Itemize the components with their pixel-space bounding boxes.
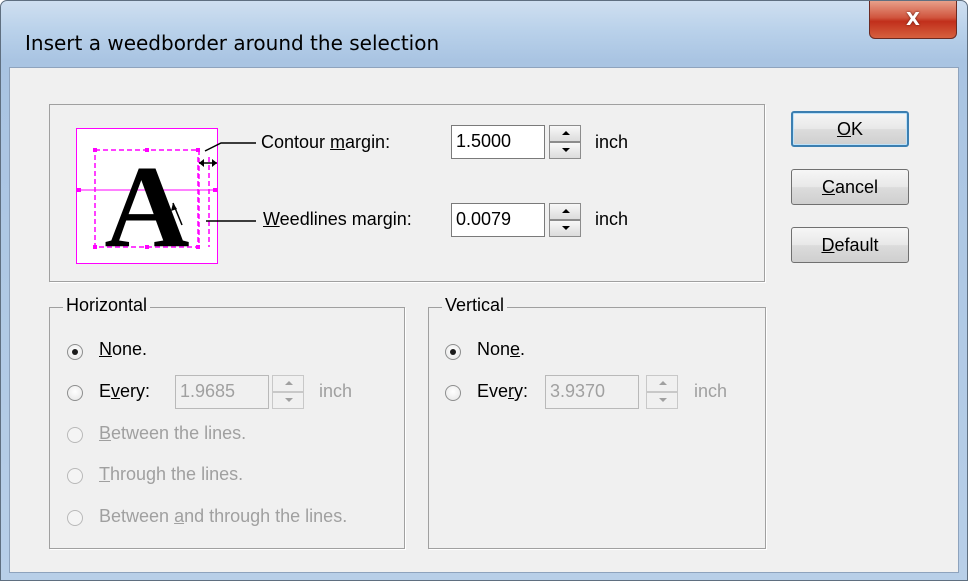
weedlines-margin-input[interactable]: 0.0079 xyxy=(451,203,545,237)
spin-down-icon xyxy=(646,392,678,409)
contour-margin-label: Contour margin: xyxy=(261,132,391,152)
vertical-every-label[interactable]: Every: xyxy=(477,381,528,402)
horizontal-through-radio xyxy=(67,468,83,484)
weedborder-preview: A xyxy=(76,128,218,264)
vertical-legend: Vertical xyxy=(442,295,508,316)
horizontal-none-label[interactable]: None. xyxy=(99,339,147,360)
horizontal-both-label: Between and through the lines. xyxy=(99,506,348,526)
close-button[interactable]: X xyxy=(869,1,957,39)
spin-up-icon[interactable] xyxy=(549,125,581,142)
preview-diagram-icon: A xyxy=(77,141,217,263)
default-button[interactable]: Default xyxy=(791,227,909,263)
horizontal-through-label: Through the lines. xyxy=(99,464,244,484)
horizontal-every-radio[interactable] xyxy=(67,385,83,401)
horizontal-every-input: 1.9685 xyxy=(175,375,269,409)
dialog-title: Insert a weedborder around the selection xyxy=(25,31,440,55)
vertical-none-radio[interactable] xyxy=(445,344,461,360)
spin-up-icon xyxy=(272,375,304,392)
contour-margin-spinner[interactable] xyxy=(549,125,581,159)
spin-down-icon[interactable] xyxy=(549,142,581,159)
leader-lines xyxy=(204,142,256,222)
ok-button[interactable]: OK xyxy=(791,111,909,147)
horizontal-between-label: Between the lines. xyxy=(99,423,247,443)
vertical-every-unit: inch xyxy=(694,381,728,401)
horizontal-none-radio[interactable] xyxy=(67,344,83,360)
vertical-every-input: 3.9370 xyxy=(545,375,639,409)
weedlines-margin-spinner[interactable] xyxy=(549,203,581,237)
svg-text:A: A xyxy=(104,141,189,263)
horizontal-both-radio xyxy=(67,510,83,526)
horizontal-every-spinner xyxy=(272,375,304,409)
vertical-none-label[interactable]: None. xyxy=(477,339,525,360)
weedlines-unit-label: inch xyxy=(595,209,629,229)
horizontal-every-label[interactable]: Every: xyxy=(99,381,150,402)
weedlines-margin-label: Weedlines margin: xyxy=(263,209,412,229)
spin-down-icon xyxy=(272,392,304,409)
spin-down-icon[interactable] xyxy=(549,220,581,237)
spin-up-icon xyxy=(646,375,678,392)
horizontal-every-unit: inch xyxy=(319,381,353,401)
horizontal-between-radio xyxy=(67,427,83,443)
contour-unit-label: inch xyxy=(595,132,629,152)
spin-up-icon[interactable] xyxy=(549,203,581,220)
contour-margin-input[interactable]: 1.5000 xyxy=(451,125,545,159)
cancel-button[interactable]: Cancel xyxy=(791,169,909,205)
radio-selected-icon xyxy=(72,349,78,355)
dialog-window: Insert a weedborder around the selection… xyxy=(0,0,968,581)
close-icon: X xyxy=(906,9,920,30)
radio-selected-icon xyxy=(450,349,456,355)
horizontal-legend: Horizontal xyxy=(63,295,151,316)
vertical-every-spinner xyxy=(646,375,678,409)
vertical-every-radio[interactable] xyxy=(445,385,461,401)
